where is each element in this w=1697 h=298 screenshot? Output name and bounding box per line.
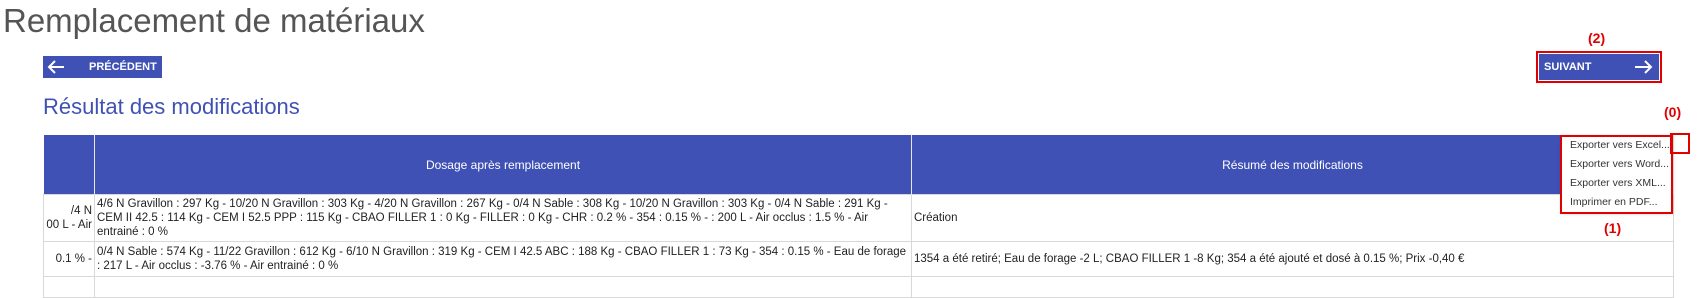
table-row[interactable]: /4 N 00 L - Air 4/6 N Gravillon : 297 Kg… [43, 194, 1674, 242]
page-title: Remplacement de matériaux [3, 2, 425, 39]
table-cell-summary: 1354 a été retiré; Eau de forage -2 L; C… [911, 241, 1674, 277]
arrow-right-icon [1629, 59, 1659, 75]
arrow-left-icon [43, 60, 69, 74]
next-button[interactable]: SUIVANT [1539, 54, 1659, 80]
menu-item-export-word[interactable]: Exporter vers Word... [1562, 155, 1672, 174]
export-menu: Exporter vers Excel... Exporter vers Wor… [1562, 136, 1672, 212]
menu-item-export-xml[interactable]: Exporter vers XML... [1562, 174, 1672, 193]
previous-button-label: PRÉCÉDENT [89, 61, 157, 73]
table-row[interactable]: 0.1 % - 0/4 N Sable : 574 Kg - 11/22 Gra… [43, 241, 1674, 277]
table-cell-dosage: 0/4 N Sable : 574 Kg - 11/22 Gravillon :… [94, 241, 912, 277]
menu-item-export-excel[interactable]: Exporter vers Excel... [1562, 136, 1672, 155]
table-cell-dosage [94, 276, 912, 298]
previous-button[interactable]: PRÉCÉDENT [43, 56, 162, 78]
section-title: Résultat des modifications [43, 94, 300, 119]
more-vertical-icon[interactable] [1672, 137, 1688, 153]
table-cell-summary: Création [911, 194, 1674, 242]
table-cell: /4 N 00 L - Air [43, 194, 95, 242]
annotation-0: (0) [1664, 104, 1682, 120]
table-cell-summary [911, 276, 1674, 298]
table-cell [43, 276, 95, 298]
menu-item-print-pdf[interactable]: Imprimer en PDF... [1562, 193, 1672, 212]
table-row[interactable] [43, 276, 1674, 298]
column-header-summary[interactable]: Résumé des modifications [911, 135, 1674, 195]
table-cell-dosage: 4/6 N Gravillon : 297 Kg - 10/20 N Gravi… [94, 194, 912, 242]
annotation-2: (2) [1588, 30, 1606, 46]
next-button-label: SUIVANT [1544, 61, 1592, 73]
table-cell: 0.1 % - [43, 241, 95, 277]
table-header-row: Dosage après remplacement Résumé des mod… [43, 135, 1674, 195]
annotation-1: (1) [1604, 220, 1622, 236]
column-header-dosage[interactable]: Dosage après remplacement [94, 135, 912, 195]
results-table: Dosage après remplacement Résumé des mod… [43, 135, 1674, 298]
column-header[interactable] [43, 135, 95, 195]
